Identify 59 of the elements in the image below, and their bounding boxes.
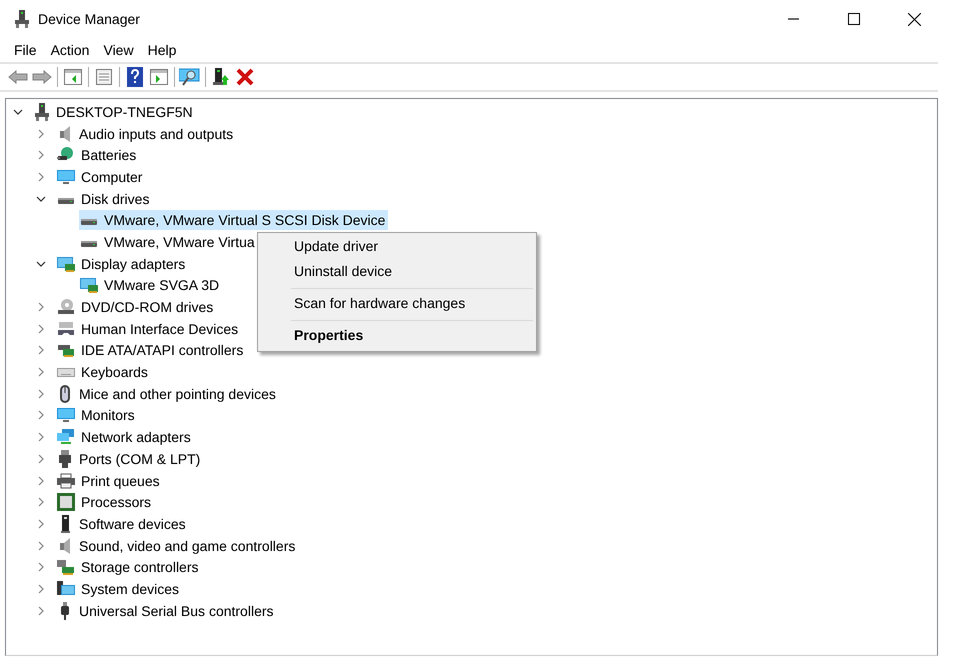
tree-item[interactable]: VMware, VMware Virtual S SCSI Disk Device [79,210,388,230]
monitor-icon [57,407,75,424]
menu-item[interactable]: Action [44,40,96,60]
menu-item[interactable]: File [7,40,44,60]
show-pane-button[interactable] [147,66,171,88]
maximize-icon [848,13,860,25]
tree-item[interactable]: System devices [56,578,182,599]
controller-card-icon [57,342,75,358]
tree-item[interactable]: DESKTOP-TNEGF5N [33,102,196,122]
tree-item[interactable]: Human Interface Devices [56,318,242,339]
tree-item[interactable]: Sound, video and game controllers [56,536,298,556]
menu-option[interactable]: Scan for hardware changes [258,292,536,317]
tree-item[interactable]: Keyboards [56,362,151,382]
menu-option[interactable]: Uninstall device [258,260,536,285]
menu-option[interactable]: Properties [258,324,536,349]
tree-item[interactable]: Network adapters [56,427,194,448]
tree-item[interactable]: Disk drives [56,188,152,209]
disk-drive-icon [80,218,98,226]
tree-item[interactable]: Processors [56,492,154,512]
system-devices-icon [57,580,75,597]
tree-item[interactable]: VMware, VMware Virtua [79,232,258,252]
tree-item[interactable]: Audio inputs and outputs [56,124,236,144]
menu-item[interactable]: Help [140,40,184,60]
display-adapter-icon [57,256,75,272]
monitor-icon [57,168,75,185]
tree-item[interactable]: Software devices [56,514,189,534]
disk-drive-icon [57,196,75,205]
close-icon [908,12,920,26]
tree-item[interactable]: DVD/CD-ROM drives [56,297,216,318]
display-adapter-icon [80,277,98,294]
speaker-icon [57,536,73,555]
menu-option[interactable]: Update driver [258,235,536,260]
tree-item[interactable]: IDE ATA/ATAPI controllers [56,340,246,360]
printer-icon [57,472,75,489]
speaker-icon [57,124,73,143]
app-icon [14,10,30,28]
storage-controller-icon [57,559,75,576]
tree-item[interactable]: Universal Serial Bus controllers [56,600,277,621]
tree-item[interactable]: VMware SVGA 3D [79,275,222,296]
tree-item[interactable]: Display adapters [56,254,188,274]
tree-item[interactable]: Monitors [56,405,138,426]
tree-item[interactable]: Ports (COM & LPT) [56,448,204,469]
tree-item[interactable]: Mice and other pointing devices [56,384,279,404]
menu-item[interactable]: View [96,40,141,60]
tree-item[interactable]: Print queues [56,470,163,491]
disc-drive-icon [57,299,75,316]
port-connector-icon [57,450,73,468]
mouse-icon [57,384,73,403]
computer-icon [34,102,50,121]
network-icon [57,429,75,446]
tree-item[interactable]: Batteries [56,145,140,166]
show-hide-tree-button[interactable] [61,66,85,88]
window-title: Device Manager [38,11,140,27]
disk-drive-icon [80,240,98,248]
keyboard-gamepad-icon [57,320,75,337]
scan-hardware-button[interactable] [178,66,202,88]
processor-chip-icon [57,493,75,512]
tree-item[interactable]: Storage controllers [56,557,202,578]
tree-item[interactable]: Computer [56,166,146,187]
